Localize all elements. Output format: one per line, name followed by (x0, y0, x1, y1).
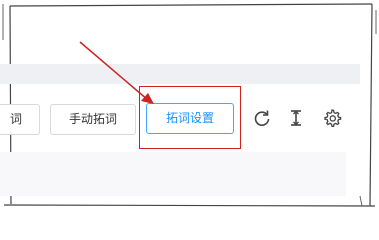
content-panel (0, 152, 346, 196)
text-height-icon[interactable] (286, 108, 306, 128)
highlight-box (139, 86, 241, 149)
gear-icon[interactable] (322, 108, 342, 128)
refresh-icon[interactable] (252, 108, 272, 128)
partial-button[interactable]: 词 (0, 104, 40, 135)
manual-expand-words-button[interactable]: 手动拓词 (50, 104, 136, 135)
toolbar-separator-band (0, 64, 360, 84)
